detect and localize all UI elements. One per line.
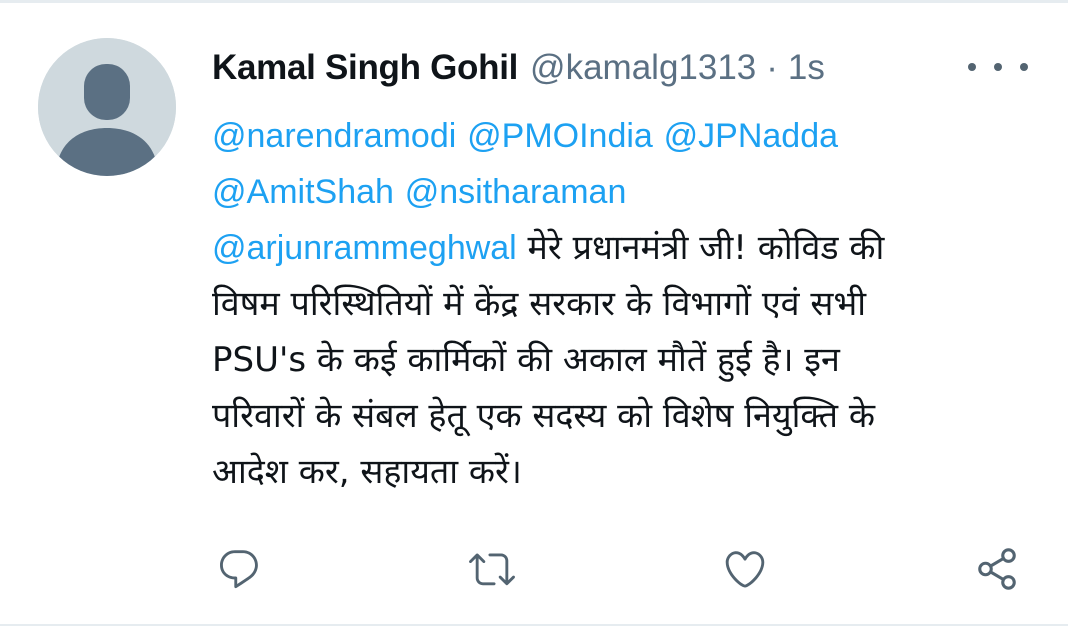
- author-handle[interactable]: @kamalg1313: [530, 48, 756, 88]
- author-name[interactable]: Kamal Singh Gohil: [212, 48, 518, 88]
- retweet-button[interactable]: [467, 544, 517, 594]
- more-dot-icon: [994, 63, 1002, 71]
- text-line: @narendramodi @PMOIndia @JPNadda: [212, 108, 1032, 164]
- tweet-body-text: PSU's के कई कार्मिकों की अकाल मौतें हुई …: [212, 340, 840, 380]
- more-options-button[interactable]: [968, 52, 1028, 82]
- retweet-icon: [469, 553, 515, 586]
- tweet-body-text: आदेश कर, सहायता करें।: [212, 452, 522, 492]
- tweet-body-text: मेरे प्रधानमंत्री जी! कोविड की: [516, 228, 885, 268]
- tweet-header: Kamal Singh Gohil @kamalg1313 · 1s: [212, 40, 825, 96]
- reply-button[interactable]: [214, 544, 264, 594]
- more-dot-icon: [1020, 63, 1028, 71]
- tweet-body-text: परिवारों के संबल हेतू एक सदस्य को विशेष …: [212, 396, 875, 436]
- share-icon: [978, 548, 1016, 590]
- heart-icon: [725, 551, 765, 588]
- mention-link[interactable]: @arjunrammeghwal: [212, 229, 517, 267]
- mention-link[interactable]: @nsitharaman: [405, 173, 627, 211]
- mention-link[interactable]: @AmitShah: [212, 173, 394, 211]
- top-divider: [0, 0, 1068, 3]
- bottom-divider: [0, 624, 1068, 626]
- mention-link[interactable]: @PMOIndia: [467, 117, 653, 155]
- header-separator: ·: [766, 48, 778, 87]
- mention-link[interactable]: @narendramodi: [212, 117, 456, 155]
- text-line: @AmitShah @nsitharaman: [212, 164, 1032, 220]
- more-dot-icon: [968, 63, 976, 71]
- avatar[interactable]: [38, 38, 176, 176]
- tweet-timestamp[interactable]: 1s: [788, 48, 825, 88]
- share-button[interactable]: [972, 544, 1022, 594]
- text-line: @arjunrammeghwal मेरे प्रधानमंत्री जी! क…: [212, 220, 1032, 276]
- default-profile-icon: [38, 38, 176, 176]
- like-button[interactable]: [720, 544, 770, 594]
- reply-icon: [220, 550, 258, 589]
- tweet-text: @narendramodi @PMOIndia @JPNadda @AmitSh…: [212, 108, 1032, 500]
- mention-link[interactable]: @JPNadda: [664, 117, 838, 155]
- tweet-body-text: विषम परिस्थितियों में केंद्र सरकार के वि…: [212, 284, 867, 324]
